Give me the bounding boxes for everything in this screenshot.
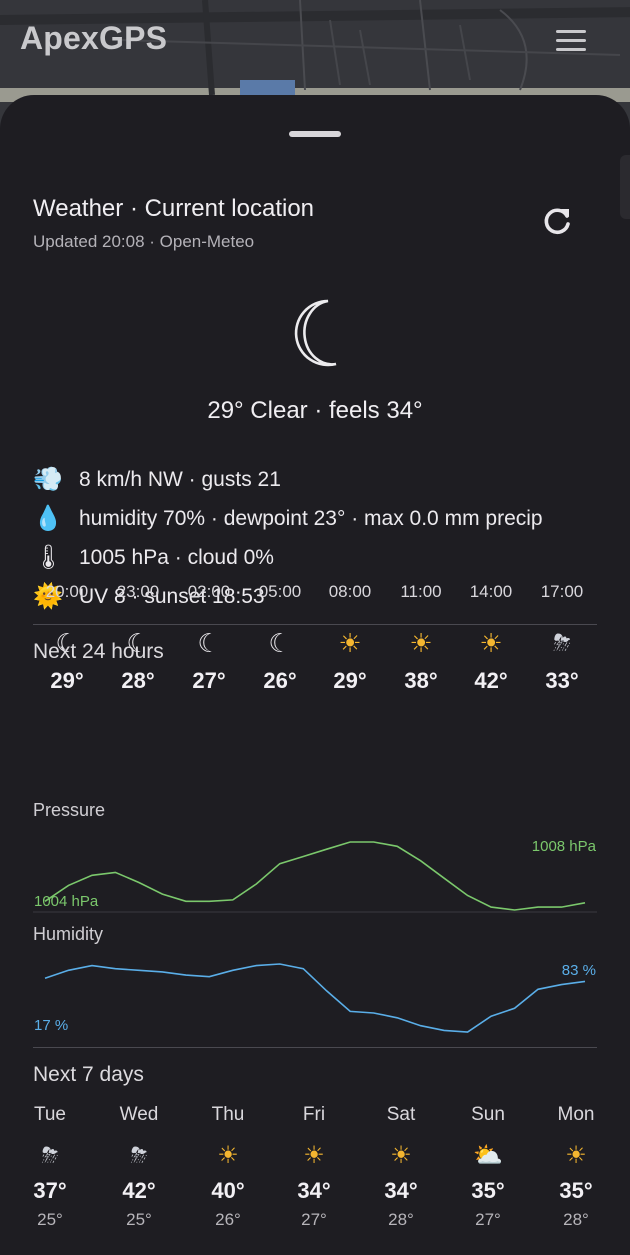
day-item: Wed ⛈ 42° 25° (99, 1104, 179, 1230)
day-low: 28° (563, 1210, 589, 1229)
current-summary: 29° Clear · feels 34° (207, 397, 423, 424)
day-item: Tue ⛈ 37° 25° (10, 1104, 90, 1230)
storm-icon: ⛈ (130, 1144, 148, 1167)
hour-temp: 29° (333, 668, 367, 693)
moon-icon: ☾ (268, 628, 292, 658)
hour-item: 05:00 ☾ 26° (245, 582, 315, 694)
partly-cloudy-icon: ⛅ (473, 1142, 503, 1169)
day-high: 42° (122, 1178, 156, 1203)
day-item: Thu ☀ 40° 26° (188, 1104, 268, 1230)
day-high: 34° (297, 1178, 331, 1203)
hour-time: 17:00 (540, 582, 584, 601)
sun-icon: ☀ (479, 628, 503, 658)
sun-icon: ☀ (303, 1142, 325, 1169)
day-item: Mon ☀ 35° 28° (536, 1104, 616, 1230)
day-name: Sun (471, 1104, 505, 1125)
moon-icon (294, 299, 337, 367)
detail-pressure: 🌡 1005 hPa · cloud 0% (33, 538, 613, 577)
detail-text: 1005 hPa · cloud 0% (79, 545, 274, 569)
hour-temp: 38° (404, 668, 438, 693)
day-low: 25° (37, 1210, 63, 1229)
hour-time: 20:00 (45, 582, 89, 601)
pressure-chart-title: Pressure (33, 800, 106, 820)
day-high: 35° (559, 1178, 593, 1203)
humidity-chart-title: Humidity (33, 924, 104, 944)
hour-temp: 29° (50, 668, 84, 693)
hour-time: 05:00 (258, 582, 302, 601)
weather-updated: Updated 20:08 · Open-Meteo (33, 232, 255, 251)
sun-icon: ☀ (565, 1142, 587, 1169)
day-name: Mon (557, 1104, 595, 1125)
moon-icon: ☾ (55, 628, 79, 658)
hamburger-menu-icon[interactable] (556, 30, 586, 52)
pressure-min-label: 1004 hPa (34, 893, 99, 910)
storm-icon: ⛈ (41, 1144, 59, 1167)
sun-icon: ☀ (338, 628, 362, 658)
day-low: 28° (388, 1210, 414, 1229)
day-name: Thu (211, 1104, 245, 1125)
detail-humidity: 💧 humidity 70% · dewpoint 23° · max 0.0 … (33, 499, 613, 538)
day-item: Sat ☀ 34° 28° (361, 1104, 441, 1230)
weather-title: Weather · Current location (33, 195, 315, 222)
refresh-icon[interactable] (541, 204, 575, 238)
humidity-chart: 17 % 83 % (34, 962, 596, 1034)
daily-title: Next 7 days (33, 1063, 144, 1086)
pressure-series-line (44, 841, 586, 911)
sheet-edge-tab (620, 155, 630, 219)
hour-temp: 27° (192, 668, 226, 693)
sun-icon: ☀ (217, 1142, 239, 1169)
day-name: Sat (386, 1104, 416, 1125)
hour-time: 11:00 (400, 582, 442, 601)
hour-item: 11:00 ☀ 38° (386, 582, 456, 694)
hour-time: 02:00 (187, 582, 231, 601)
hour-item: 08:00 ☀ 29° (315, 582, 385, 694)
hour-temp: 26° (263, 668, 297, 693)
day-low: 25° (126, 1210, 152, 1229)
hour-item: 14:00 ☀ 42° (456, 582, 526, 694)
wind-icon: 💨 (33, 466, 63, 493)
day-low: 27° (475, 1210, 501, 1229)
thermometer-icon: 🌡 (33, 544, 64, 571)
day-high: 37° (33, 1178, 67, 1203)
pressure-chart: 1004 hPa 1008 hPa (33, 838, 597, 913)
day-high: 35° (471, 1178, 505, 1203)
hour-temp: 28° (121, 668, 155, 693)
app-title: ApexGPS (20, 20, 168, 56)
hour-time: 08:00 (328, 582, 372, 601)
day-name: Tue (33, 1104, 67, 1125)
divider (33, 1047, 597, 1048)
sun-icon: ☀ (390, 1142, 412, 1169)
pressure-max-label: 1008 hPa (532, 838, 597, 855)
day-item: Fri ☀ 34° 27° (274, 1104, 354, 1230)
day-low: 26° (215, 1210, 241, 1229)
hour-time: 14:00 (469, 582, 513, 601)
detail-text: humidity 70% · dewpoint 23° · max 0.0 mm… (79, 506, 543, 530)
hour-time: 23:00 (116, 582, 160, 601)
day-name: Fri (302, 1104, 326, 1125)
detail-wind: 💨 8 km/h NW · gusts 21 (33, 460, 613, 499)
day-low: 27° (301, 1210, 327, 1229)
sheet-drag-handle[interactable] (289, 131, 341, 137)
day-high: 34° (384, 1178, 418, 1203)
hour-item: 20:00 ☾ 29° (32, 582, 102, 694)
droplet-icon: 💧 (33, 505, 63, 532)
hour-temp: 42° (474, 668, 508, 693)
hour-item: 02:00 ☾ 27° (174, 582, 244, 694)
moon-icon: ☾ (197, 628, 221, 658)
day-high: 40° (211, 1178, 245, 1203)
hour-temp: 33° (545, 668, 579, 693)
hour-item: 23:00 ☾ 28° (103, 582, 173, 694)
humidity-min-label: 17 % (34, 1017, 68, 1034)
humidity-max-label: 83 % (562, 962, 596, 979)
storm-icon: ⛈ (553, 630, 571, 655)
detail-text: 8 km/h NW · gusts 21 (79, 467, 281, 491)
moon-icon: ☾ (126, 628, 150, 658)
day-item: Sun ⛅ 35° 27° (448, 1104, 528, 1230)
day-name: Wed (119, 1104, 159, 1125)
sun-icon: ☀ (409, 628, 433, 658)
hour-item: 17:00 ⛈ 33° (527, 582, 597, 694)
humidity-series-line (44, 963, 586, 1033)
